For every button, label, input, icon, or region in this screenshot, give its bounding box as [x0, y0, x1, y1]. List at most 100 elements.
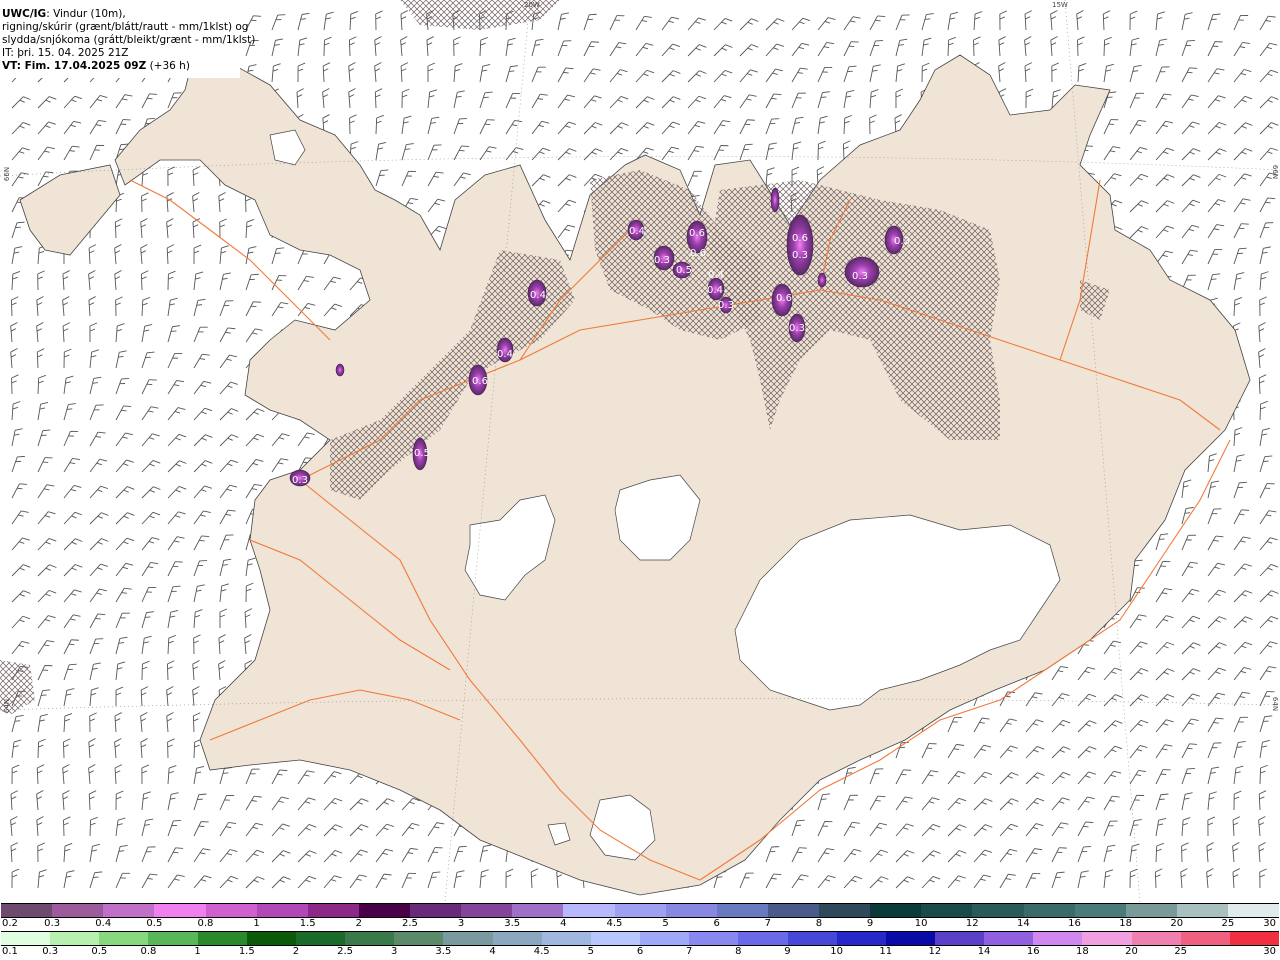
precip-label: 0.4	[629, 226, 645, 237]
legend-color-cell	[256, 904, 308, 917]
legend-tick-label: 0.4	[95, 918, 112, 929]
legend-tick-label: 5	[587, 946, 595, 957]
rain-color-scale	[1, 931, 1280, 946]
lat-label-66n-left: 66N	[3, 166, 12, 182]
init-time: IT: þri. 15. 04. 2025 21Z	[2, 47, 129, 59]
legend-color-cell	[394, 932, 444, 945]
legend-tick-label: 3.5	[504, 918, 521, 929]
precip-label: 0.3	[718, 300, 734, 311]
legend-color-cell	[1229, 932, 1280, 945]
legend-tick-label: 25	[1221, 918, 1235, 929]
model-name: UWC/IG	[2, 8, 47, 20]
legend-tick-label: 9	[784, 946, 791, 957]
legend-color-cell	[1033, 932, 1083, 945]
precip-label: 0.4	[530, 290, 546, 301]
legend-tick-label: 1.5	[238, 946, 255, 957]
legend-color-cell	[295, 932, 346, 945]
legend-color-cell	[345, 932, 395, 945]
legend-tick-label: 5	[662, 918, 669, 929]
legend-color-cell	[52, 904, 104, 917]
legend-color-cell	[358, 904, 410, 917]
color-legend: 0.2 0.3 0.4 0.5 0.8 1 1.5 2 2.5 3 3.5 4 4.5 5 6 7 8 9 10 12…	[0, 902, 1280, 960]
legend-tick-label: 20	[1125, 946, 1138, 957]
legend-color-cell	[461, 904, 513, 917]
legend-tick-label: 4.5	[606, 918, 623, 929]
legend-color-cell	[410, 904, 462, 917]
legend-color-cell	[716, 904, 768, 917]
legend-tick-label: 0.1	[2, 946, 18, 957]
legend-tick-label: 0.2	[2, 918, 18, 929]
title-line-1: UWC/IG: Vindur (10m),	[2, 8, 240, 21]
precip-label: 0.6	[690, 248, 706, 259]
legend-tick-label: 18	[1119, 918, 1132, 929]
legend-color-cell	[50, 932, 100, 945]
legend-color-cell	[1074, 904, 1126, 917]
legend-tick-label: 9	[866, 918, 874, 929]
legend-color-cell	[640, 932, 690, 945]
snow-scale-ticks: 0.2 0.3 0.4 0.5 0.8 1 1.5 2 2.5 3 3.5 4 4.5 5 6 7 8 9 10 12…	[0, 918, 1280, 930]
legend-color-cell	[246, 932, 296, 945]
legend-color-cell	[541, 932, 591, 945]
precip-label: 0.6	[472, 376, 488, 387]
legend-color-cell	[836, 932, 886, 945]
legend-color-cell	[1228, 904, 1280, 917]
legend-tick-label: 8	[735, 946, 742, 957]
legend-color-cell	[443, 932, 493, 945]
legend-color-cell	[665, 904, 717, 917]
legend-tick-label: 2	[355, 918, 363, 929]
legend-tick-label: 30	[1263, 946, 1276, 957]
legend-color-cell	[1, 904, 53, 917]
legend-color-cell	[99, 932, 149, 945]
legend-tick-label: 0.8	[140, 946, 157, 957]
legend-tick-label: 14	[1017, 918, 1030, 929]
legend-tick-label: 0.8	[197, 918, 214, 929]
legend-tick-label: 0.5	[91, 946, 108, 957]
legend-tick-label: 4	[560, 918, 567, 929]
legend-color-cell	[103, 904, 155, 917]
precip-label: 0.6	[689, 228, 705, 239]
legend-tick-label: 18	[1076, 946, 1089, 957]
legend-tick-label: 0.5	[146, 918, 163, 929]
legend-tick-label: 8	[815, 918, 823, 929]
legend-color-cell	[205, 904, 257, 917]
precip-label: 0.4	[707, 285, 723, 296]
legend-color-cell	[590, 932, 641, 945]
legend-tick-label: 2	[292, 946, 300, 957]
map-title-box: UWC/IG: Vindur (10m), rigning/skúrir (gr…	[0, 0, 256, 78]
precip-label: 0.6	[776, 293, 792, 304]
legend-color-cell	[1125, 904, 1177, 917]
legend-tick-label: 16	[1068, 918, 1081, 929]
legend-color-cell	[1082, 932, 1132, 945]
legend-tick-label: 11	[879, 946, 893, 957]
precip-label: 0.3	[894, 236, 910, 247]
weather-map: 0.4 0.6 0.3 0.5 0.4 0.6 0.3 0.4 0.6 0.4 …	[0, 0, 1280, 902]
lat-label-64n-right: 64N	[1271, 696, 1280, 712]
legend-color-cell	[984, 932, 1034, 945]
legend-color-cell	[614, 904, 666, 917]
legend-tick-label: 10	[830, 946, 843, 957]
legend-color-cell	[307, 904, 359, 917]
title-line-3: slydda/snjókoma (grátt/bleikt/grænt - mm…	[2, 34, 256, 46]
legend-color-cell	[512, 904, 564, 917]
legend-color-cell	[197, 932, 247, 945]
legend-color-cell	[787, 932, 837, 945]
rain-scale-ticks: 0.1 0.3 0.5 0.8 1 1.5 2 2.5 3 3.5 4 4.5 5 6 7 8 9 10 11 12 1…	[0, 946, 1280, 958]
legend-color-cell	[819, 904, 871, 917]
precip-label: 0.3	[654, 255, 670, 266]
legend-tick-label: 3	[391, 946, 398, 957]
title-line-2: rigning/skúrir (grænt/blátt/rautt - mm/1…	[2, 21, 249, 33]
legend-color-cell	[767, 904, 819, 917]
lat-label-66n-right: 66N	[1271, 164, 1280, 180]
legend-tick-label: 1	[194, 946, 201, 957]
legend-tick-label: 4.5	[533, 946, 550, 957]
lon-label-20w: 20W	[524, 1, 540, 9]
snow-color-scale	[1, 903, 1280, 918]
legend-tick-label: 2.5	[402, 918, 418, 929]
legend-tick-label: 30	[1263, 918, 1276, 929]
legend-tick-label: 16	[1026, 946, 1040, 957]
legend-tick-label: 1.5	[299, 918, 316, 929]
legend-tick-label: 7	[685, 946, 693, 957]
legend-tick-label: 2.5	[337, 946, 354, 957]
legend-color-cell	[154, 904, 206, 917]
lon-label-15w: 15W	[1052, 1, 1068, 9]
